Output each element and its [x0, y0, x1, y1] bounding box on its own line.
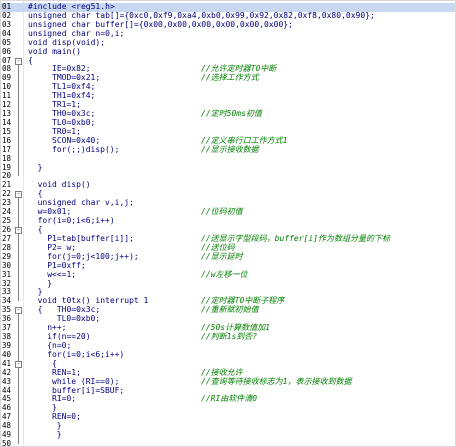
fold-toggle-icon[interactable]: - — [15, 307, 22, 315]
code-comment: //显示延时 — [201, 251, 243, 261]
code-line[interactable]: 25 for(i=0;i<6;i++) — [1, 216, 455, 226]
code-line[interactable]: 21 void disp() — [1, 180, 455, 190]
code-line[interactable]: 06 void main() — [1, 46, 455, 57]
code-text: void main() — [28, 46, 81, 56]
code-comment: //查询等待接收标志为1，表示接收到数据 — [201, 376, 352, 386]
code-comment: //RI由软件清0 — [201, 394, 258, 404]
code-comment: //选择工作方式 — [201, 73, 259, 83]
fold-guide-line — [18, 234, 19, 293]
code-text: { — [37, 225, 43, 234]
code-line[interactable]: 19} — [1, 162, 455, 173]
fold-toggle-icon[interactable]: - — [15, 360, 22, 368]
code-comment: //重新赋初始值 — [201, 305, 259, 315]
code-line[interactable]: 45 RI=0;//RI由软件清0 — [1, 394, 455, 404]
code-comment: //位码初值 — [201, 207, 243, 217]
code-line[interactable]: 47 REN=0; — [1, 412, 455, 422]
code-line[interactable]: 18 — [1, 154, 455, 164]
code-editor[interactable]: 01 #include <reg51.h> 02 unsigned char tab[… — [0, 0, 456, 447]
code-text: for(i=0;i<6;i++) — [47, 349, 125, 359]
code-line[interactable]: 32} — [1, 278, 455, 289]
code-text: { — [28, 55, 33, 65]
fold-toggle-icon[interactable]: - — [15, 191, 22, 199]
fold-toggle-icon[interactable]: - — [15, 57, 22, 65]
line-number: 50 — [2, 439, 12, 447]
code-text: for(i=0;i<6;i++) — [37, 216, 115, 226]
code-comment: //显示接收数据 — [201, 144, 259, 154]
code-line[interactable]: 40 for(i=0;i<6;i++) — [1, 349, 455, 360]
code-text: } — [47, 278, 53, 288]
fold-toggle-icon[interactable]: - — [15, 227, 22, 234]
code-text: } — [37, 162, 43, 172]
code-line[interactable]: 31 w<<=1;//w左移一位 — [1, 269, 455, 280]
code-comment: //定时50ms初值 — [201, 109, 262, 119]
code-line[interactable]: 17 for(;;)disp();//显示接收数据 — [1, 144, 455, 155]
code-comment: //判断1s到否? — [201, 332, 258, 342]
code-line[interactable]: 50 — [1, 439, 455, 447]
code-line[interactable]: 49} — [1, 430, 455, 440]
code-text: void disp() — [37, 180, 91, 190]
code-text: for(;;)disp(); — [52, 144, 120, 154]
fold-guide-line — [18, 367, 19, 436]
code-text: } — [56, 430, 62, 440]
fold-guide-line — [18, 64, 19, 177]
code-line[interactable]: 48} — [1, 421, 455, 431]
code-comment: //w左移一位 — [201, 269, 248, 279]
